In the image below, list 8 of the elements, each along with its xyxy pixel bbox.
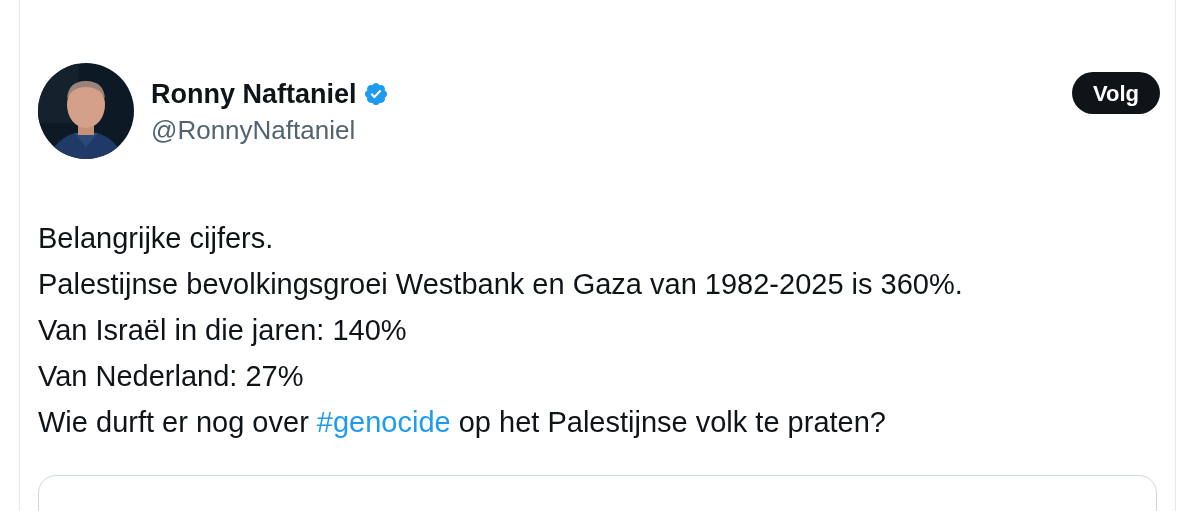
follow-button[interactable]: Volg — [1071, 72, 1160, 114]
tweet-text-line: Palestijnse bevolkingsgroei Westbank en Gaza van 1982-2025 is 360%. — [38, 267, 964, 302]
tweet-text-line: Wie durft er nog over #genocide op het Palestijnse volk te praten? — [38, 405, 887, 440]
tweet-text-line: Van Nederland: 27% — [38, 359, 305, 394]
tweet-text-line: Van Israël in die jaren: 140% — [38, 313, 408, 348]
tweet-text-line: Belangrijke cijfers. — [38, 221, 275, 256]
author-name[interactable]: Ronny Naftaniel — [151, 77, 357, 111]
author-handle[interactable]: @RonnyNaftaniel — [151, 113, 389, 147]
